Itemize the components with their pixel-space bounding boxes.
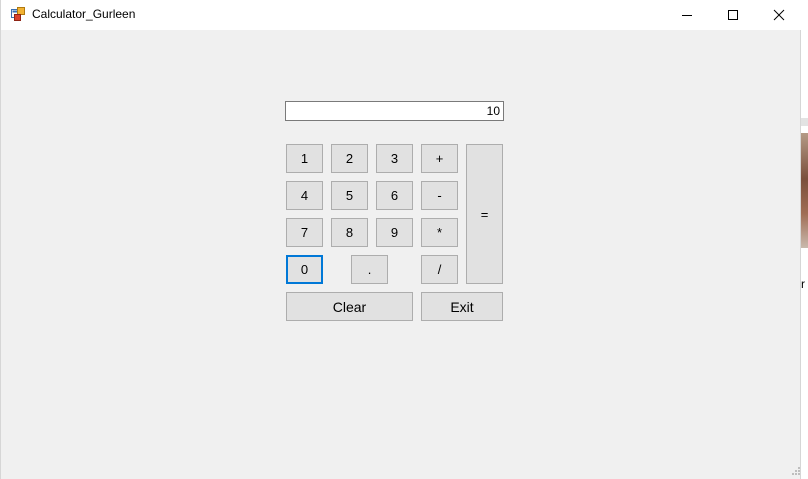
minimize-icon: [682, 15, 692, 16]
digit-7-button[interactable]: 7: [286, 218, 323, 247]
exit-button[interactable]: Exit: [421, 292, 503, 321]
digit-0-button[interactable]: 0: [286, 255, 323, 284]
divide-button[interactable]: /: [421, 255, 458, 284]
digit-6-button[interactable]: 6: [376, 181, 413, 210]
digit-2-button[interactable]: 2: [331, 144, 368, 173]
maximize-icon: [728, 10, 738, 20]
plus-button[interactable]: +: [421, 144, 458, 173]
resize-grip-icon[interactable]: [791, 466, 801, 476]
close-button[interactable]: [756, 0, 802, 30]
background-partial-text: r: [801, 277, 805, 291]
minus-button[interactable]: -: [421, 181, 458, 210]
window-title: Calculator_Gurleen: [32, 7, 136, 21]
digit-5-button[interactable]: 5: [331, 181, 368, 210]
forms-app-icon: [11, 7, 25, 21]
multiply-button[interactable]: *: [421, 218, 458, 247]
digit-9-button[interactable]: 9: [376, 218, 413, 247]
equals-button[interactable]: =: [466, 144, 503, 284]
clear-button[interactable]: Clear: [286, 292, 413, 321]
result-display[interactable]: 10: [285, 101, 504, 121]
background-image-thumbnail: [801, 133, 808, 248]
decimal-point-button[interactable]: .: [351, 255, 388, 284]
digit-8-button[interactable]: 8: [331, 218, 368, 247]
digit-1-button[interactable]: 1: [286, 144, 323, 173]
background-window-edge: r: [801, 0, 808, 479]
digit-3-button[interactable]: 3: [376, 144, 413, 173]
maximize-button[interactable]: [710, 0, 756, 30]
calculator-window: Calculator_Gurleen 10 1 2 3 + 4 5 6 - 7 …: [0, 0, 802, 479]
minimize-button[interactable]: [664, 0, 710, 30]
close-icon: [773, 9, 785, 21]
background-divider: [801, 118, 808, 126]
digit-4-button[interactable]: 4: [286, 181, 323, 210]
title-bar[interactable]: Calculator_Gurleen: [1, 0, 802, 30]
